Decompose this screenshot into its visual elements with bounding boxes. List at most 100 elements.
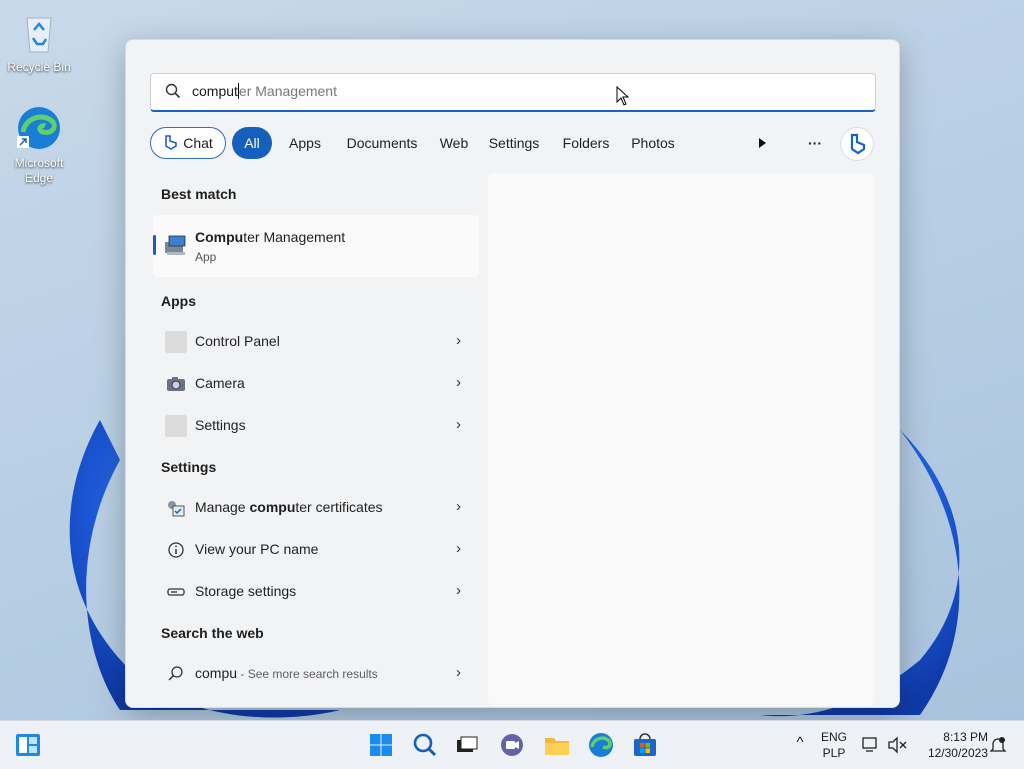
language-code: ENG	[820, 730, 847, 744]
bing-button[interactable]	[840, 127, 874, 161]
settings-heading: Settings	[161, 459, 217, 475]
list-item-label: Manage computer certificates	[195, 499, 383, 515]
mouse-cursor-icon	[616, 86, 630, 106]
search-query: computer Management	[192, 83, 337, 99]
computer-management-icon	[163, 232, 189, 263]
storage-icon	[165, 581, 187, 603]
bing-icon	[850, 133, 866, 155]
apps-heading: Apps	[161, 293, 196, 309]
chevron-right-icon: ›	[456, 582, 461, 599]
bing-chat-icon	[165, 135, 178, 150]
settings-app-icon	[165, 415, 187, 437]
camera-icon	[165, 373, 187, 395]
notification-bell-icon	[989, 737, 1007, 752]
edge-taskbar-button[interactable]	[587, 731, 615, 759]
keyboard-layout: PLP	[822, 746, 846, 760]
list-item-label: Control Panel	[195, 333, 280, 349]
search-flyout: computer Management Chat All Apps Docume…	[125, 39, 900, 708]
search-autocomplete: er Management	[238, 83, 337, 99]
filter-web[interactable]: Web	[434, 127, 474, 159]
windows-icon	[370, 734, 392, 756]
store-icon	[634, 733, 656, 756]
list-item-web-search[interactable]: compu - See more search results ›	[153, 653, 479, 693]
teams-chat-button[interactable]	[498, 731, 526, 759]
input-language-indicator[interactable]: ENG PLP	[816, 729, 852, 761]
search-typed-text: comput	[192, 83, 238, 99]
filter-folders[interactable]: Folders	[554, 127, 618, 159]
web-query: compu	[195, 665, 238, 681]
best-match-heading: Best match	[161, 186, 237, 202]
widgets-icon	[16, 734, 40, 756]
best-match-item[interactable]: Computer Management App	[153, 215, 479, 277]
folder-icon	[545, 738, 569, 755]
network-disconnected-icon	[862, 737, 877, 752]
chevron-right-icon: ›	[456, 374, 461, 391]
list-item-label: compu - See more search results	[195, 665, 378, 681]
clock-button[interactable]: 8:13 PM 12/30/2023	[914, 729, 988, 761]
best-match-title: Computer Management	[195, 229, 345, 245]
filter-all[interactable]: All	[232, 127, 272, 159]
web-search-icon	[165, 663, 187, 685]
file-explorer-button[interactable]	[543, 731, 571, 759]
chevron-right-icon: ›	[456, 332, 461, 349]
widgets-button[interactable]	[14, 731, 42, 759]
search-icon	[165, 83, 181, 104]
chevron-right-icon: ›	[456, 664, 461, 681]
edge-label-line2: Edge	[24, 171, 54, 185]
filter-scroll-right-button[interactable]	[750, 127, 774, 159]
filter-apps[interactable]: Apps	[280, 127, 330, 159]
task-view-icon	[457, 736, 478, 752]
recycle-bin-icon	[15, 8, 63, 56]
list-item-label: Storage settings	[195, 583, 297, 599]
list-item-view-pc-name[interactable]: View your PC name ›	[153, 529, 479, 569]
chevron-right-icon: ›	[456, 498, 461, 515]
web-suffix: - See more search results	[237, 667, 378, 681]
edge-shortcut[interactable]: Microsoft Edge	[4, 104, 74, 186]
best-match-subtitle: App	[195, 250, 217, 264]
store-button[interactable]	[631, 731, 659, 759]
notifications-button[interactable]	[988, 735, 1008, 755]
play-icon	[759, 138, 766, 148]
best-match-title-rest: ter Management	[243, 229, 346, 245]
filter-settings[interactable]: Settings	[480, 127, 548, 159]
label-prefix: Manage	[195, 499, 250, 515]
search-input[interactable]: computer Management	[150, 73, 876, 112]
list-item-camera[interactable]: Camera ›	[153, 363, 479, 403]
edge-label-line1: Microsoft	[14, 156, 64, 170]
edge-icon	[589, 733, 613, 757]
speaker-muted-icon	[888, 736, 907, 754]
list-item-control-panel[interactable]: Control Panel ›	[153, 321, 479, 361]
list-item-storage-settings[interactable]: Storage settings ›	[153, 571, 479, 611]
filter-bar: Chat All Apps Documents Web Settings Fol…	[150, 127, 874, 161]
recycle-bin-label: Recycle Bin	[7, 60, 71, 74]
start-button[interactable]	[367, 731, 395, 759]
preview-pane	[488, 173, 874, 706]
label-highlight: compu	[249, 499, 296, 515]
filter-chat-label: Chat	[183, 135, 213, 151]
list-item-settings-app[interactable]: Settings ›	[153, 405, 479, 445]
recycle-bin-shortcut[interactable]: Recycle Bin	[4, 8, 74, 75]
search-icon	[413, 733, 437, 757]
control-panel-icon	[165, 331, 187, 353]
more-options-button[interactable]: ···	[802, 127, 828, 159]
show-hidden-icons-button[interactable]: ^	[792, 735, 808, 751]
list-item-manage-certificates[interactable]: Manage computer certificates ›	[153, 487, 479, 527]
filter-photos[interactable]: Photos	[624, 127, 682, 159]
chevron-right-icon: ›	[456, 416, 461, 433]
task-view-button[interactable]	[453, 731, 481, 759]
list-item-label: Camera	[195, 375, 245, 391]
network-status-button[interactable]	[861, 735, 883, 755]
best-match-title-highlight: Compu	[195, 229, 244, 245]
search-taskbar-button[interactable]	[411, 731, 439, 759]
filter-documents[interactable]: Documents	[336, 127, 428, 159]
search-web-heading: Search the web	[161, 625, 264, 641]
list-item-label: Settings	[195, 417, 246, 433]
filter-chat[interactable]: Chat	[150, 127, 226, 159]
edge-icon	[15, 104, 63, 152]
teams-chat-icon	[501, 734, 523, 756]
volume-button[interactable]	[887, 735, 909, 755]
label-suffix: ter certificates	[295, 499, 383, 515]
selection-indicator	[153, 235, 156, 255]
clock-date: 12/30/2023	[927, 746, 988, 760]
list-item-label: View your PC name	[195, 541, 319, 557]
